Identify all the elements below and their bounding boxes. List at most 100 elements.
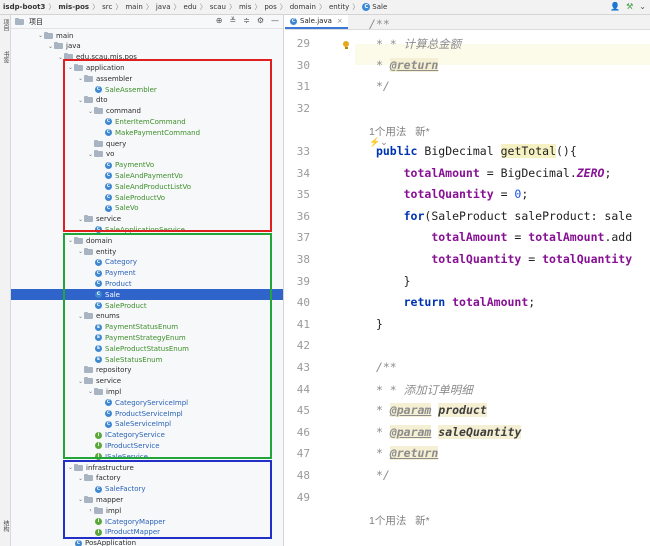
breadcrumb-item[interactable]: mis-pos (58, 3, 89, 11)
strip-label-project[interactable]: 项目 (1, 19, 10, 31)
expand-chevron-icon[interactable]: ⌄ (87, 388, 94, 395)
usage-count[interactable]: 1个用法 (369, 515, 406, 527)
expand-chevron-icon[interactable]: ⌄ (77, 475, 84, 482)
close-tab-icon[interactable]: × (337, 17, 343, 25)
breadcrumb-item[interactable]: java (156, 3, 171, 11)
breadcrumb-item[interactable]: mis (239, 3, 251, 11)
tree-row[interactable]: ⌄ service (11, 376, 283, 387)
expand-chevron-icon[interactable]: ⌄ (77, 248, 84, 255)
tree-row[interactable]: E SaleStatusEnum (11, 354, 283, 365)
usage-inlay-hint[interactable]: 1个用法 新* (369, 513, 430, 528)
tree-row[interactable]: I ICategoryService (11, 430, 283, 441)
expand-chevron-icon[interactable]: ⌄ (67, 464, 74, 471)
intention-bulb-icon[interactable] (342, 41, 350, 50)
tree-row[interactable]: C SaleProduct (11, 300, 283, 311)
tree-row[interactable]: I IProductMapper (11, 527, 283, 538)
tree-row[interactable]: repository (11, 365, 283, 376)
expand-chevron-icon[interactable]: › (87, 507, 94, 514)
strip-label-structure[interactable]: 结构 (1, 520, 10, 532)
tree-row[interactable]: C SaleFactory (11, 484, 283, 495)
tree-row[interactable]: C SaleAssembler (11, 84, 283, 95)
tree-row[interactable]: ⌄ main (11, 30, 283, 41)
tree-row[interactable]: E SaleProductStatusEnum (11, 343, 283, 354)
breadcrumb-label: domain (289, 3, 316, 11)
expand-chevron-icon[interactable]: ⌄ (77, 75, 84, 82)
user-icon[interactable]: 👤 (610, 2, 620, 11)
tree-row[interactable]: ⌄ command (11, 106, 283, 117)
tree-row[interactable]: ⌄ impl (11, 386, 283, 397)
tree-row[interactable]: ⌄ application (11, 62, 283, 73)
tree-row[interactable]: ⌄ enums (11, 311, 283, 322)
author-hint[interactable]: 新* (415, 515, 430, 527)
tree-row[interactable]: C EnterItemCommand (11, 116, 283, 127)
tree-row[interactable]: ⌄ dto (11, 95, 283, 106)
expand-chevron-icon[interactable]: ⌄ (47, 43, 54, 50)
breadcrumb-item[interactable]: entity (329, 3, 349, 11)
expand-chevron-icon[interactable]: ⌄ (77, 313, 84, 320)
breadcrumb-item[interactable]: edu (184, 3, 197, 11)
settings-gear-icon[interactable]: ⚙ (257, 16, 264, 25)
hide-panel-icon[interactable]: — (271, 16, 279, 25)
expand-chevron-icon[interactable]: ⌄ (77, 216, 84, 223)
tree-row[interactable]: C ProductServiceImpl (11, 408, 283, 419)
tree-row[interactable]: C MakePaymentCommand (11, 127, 283, 138)
tree-row[interactable]: I IProductService (11, 440, 283, 451)
code-area[interactable]: /** * * 计算总金额 * @return */ 1个用法 新* ⚡⌄ pub… (369, 17, 650, 546)
tree-row[interactable]: I ISaleService (11, 451, 283, 462)
tree-row[interactable]: C Payment (11, 268, 283, 279)
tree-row[interactable]: ⌄ vo (11, 149, 283, 160)
expand-chevron-icon[interactable]: ⌄ (77, 378, 84, 385)
expand-all-icon[interactable]: ≚ (229, 16, 236, 25)
tree-row[interactable]: › impl (11, 505, 283, 516)
tree-row[interactable]: E PaymentStatusEnum (11, 322, 283, 333)
build-hammer-icon[interactable]: ⚒ (626, 2, 633, 11)
author-hint[interactable]: 新* (415, 126, 430, 138)
tree-row[interactable]: C SaleAndPaymentVo (11, 170, 283, 181)
tree-row[interactable]: C SaleVo (11, 203, 283, 214)
project-panel-title[interactable]: 项目 (29, 17, 43, 27)
tree-row[interactable]: ⌄ domain (11, 235, 283, 246)
expand-chevron-icon[interactable]: ⌄ (87, 151, 94, 158)
tree-row[interactable]: C Product (11, 278, 283, 289)
tree-row[interactable]: C SaleProductVo (11, 192, 283, 203)
expand-chevron-icon[interactable]: ⌄ (37, 32, 44, 39)
tree-row[interactable]: ⌄ assembler (11, 73, 283, 84)
tree-row[interactable]: C CategoryServiceImpl (11, 397, 283, 408)
breadcrumb-label: scau (209, 3, 226, 11)
tree-row[interactable]: C PosApplication (11, 538, 283, 546)
tree-row[interactable]: ⌄ mapper (11, 494, 283, 505)
expand-chevron-icon[interactable]: ⌄ (67, 64, 74, 71)
tree-row[interactable]: C Category (11, 257, 283, 268)
tree-row[interactable]: C PaymentVo (11, 160, 283, 171)
tree-row[interactable]: I ICategoryMapper (11, 516, 283, 527)
tree-row[interactable]: C SaleServiceImpl (11, 419, 283, 430)
locate-icon[interactable]: ⊕ (216, 16, 223, 25)
breadcrumb-item[interactable]: scau (210, 3, 226, 11)
breadcrumb-item[interactable]: main (125, 3, 143, 11)
expand-chevron-icon[interactable]: ⌄ (87, 108, 94, 115)
strip-label-bookmarks[interactable]: 书签 (1, 51, 10, 63)
tree-row[interactable]: C SaleApplicationService (11, 224, 283, 235)
tree-row[interactable]: C SaleAndProductListVo (11, 181, 283, 192)
run-config-dropdown[interactable]: ⌄ (639, 2, 646, 11)
breadcrumb-item[interactable]: isdp-boot3 (3, 3, 45, 11)
tree-row[interactable]: ⌄ service (11, 214, 283, 225)
tree-row[interactable]: ⌄ edu.scau.mis.pos (11, 52, 283, 63)
tree-row[interactable]: C Sale (11, 289, 283, 301)
expand-chevron-icon[interactable]: ⌄ (77, 97, 84, 104)
expand-chevron-icon[interactable]: ⌄ (67, 237, 74, 244)
collapse-all-icon[interactable]: ≑ (243, 16, 250, 25)
tree-row[interactable]: ⌄ infrastructure (11, 462, 283, 473)
tree-row[interactable]: query (11, 138, 283, 149)
breadcrumb-item[interactable]: C Sale (362, 3, 387, 11)
tree-row[interactable]: ⌄ entity (11, 246, 283, 257)
tab-sale-java[interactable]: C Sale.java × (285, 15, 348, 29)
tree-row[interactable]: E PaymentStrategyEnum (11, 332, 283, 343)
breadcrumb-item[interactable]: src (102, 3, 112, 11)
expand-chevron-icon[interactable]: ⌄ (77, 496, 84, 503)
tree-row[interactable]: ⌄ java (11, 41, 283, 52)
expand-chevron-icon[interactable]: ⌄ (57, 54, 64, 61)
breadcrumb-item[interactable]: pos (264, 3, 276, 11)
tree-row[interactable]: ⌄ factory (11, 473, 283, 484)
breadcrumb-item[interactable]: domain (290, 3, 316, 11)
